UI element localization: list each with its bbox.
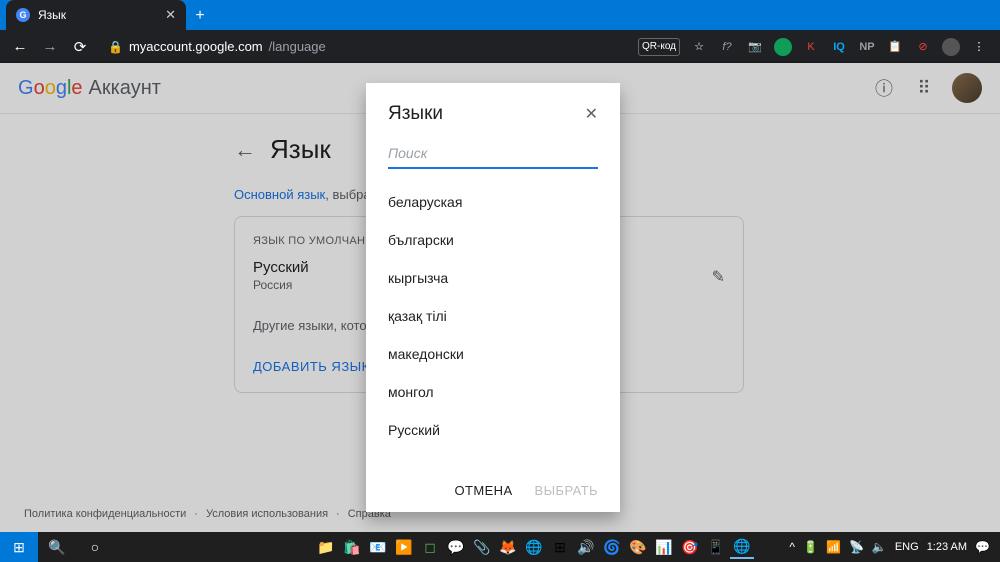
extension-icons: QR-код ☆ f? 📷 K IQ NP 📋 ⊘ ⋮: [638, 38, 992, 56]
browser-tab[interactable]: G Язык ✕: [6, 0, 186, 30]
start-button[interactable]: ⊞: [0, 532, 38, 562]
tray-chevron-icon[interactable]: ^: [789, 540, 795, 554]
taskbar-app-icon[interactable]: ⊞: [548, 535, 572, 559]
extension-icon[interactable]: f?: [718, 38, 736, 56]
taskbar-search-button[interactable]: 🔍: [38, 532, 76, 562]
taskbar-app-icon[interactable]: 📱: [704, 535, 728, 559]
lock-icon: 🔒: [108, 40, 123, 54]
tab-close-button[interactable]: ✕: [165, 7, 176, 23]
browser-menu-button[interactable]: ⋮: [970, 38, 988, 56]
modal-cancel-button[interactable]: ОТМЕНА: [455, 483, 513, 498]
taskbar-app-icon[interactable]: 🌀: [600, 535, 624, 559]
language-option[interactable]: български: [366, 221, 620, 259]
new-tab-button[interactable]: +: [186, 2, 214, 30]
taskbar-chrome-active[interactable]: 🌐: [730, 535, 754, 559]
tab-title: Язык: [38, 8, 66, 22]
system-tray: ^ 🔋 📶 📡 🔈 ENG 1:23 AM 💬: [789, 540, 1000, 554]
extension-icon[interactable]: [774, 38, 792, 56]
nav-back-button[interactable]: ←: [8, 35, 32, 59]
tray-wifi-icon[interactable]: 📡: [849, 540, 864, 554]
browser-profile-avatar[interactable]: [942, 38, 960, 56]
extension-icon[interactable]: K: [802, 38, 820, 56]
taskbar-cortana-button[interactable]: ○: [76, 532, 114, 562]
tray-notifications-icon[interactable]: 💬: [975, 540, 990, 554]
modal-close-button[interactable]: ✕: [585, 104, 598, 124]
taskbar-app-icon[interactable]: 🎨: [626, 535, 650, 559]
browser-address-bar: ← → ⟳ 🔒 myaccount.google.com/language QR…: [0, 30, 1000, 63]
modal-search-field[interactable]: [388, 139, 598, 169]
modal-language-list[interactable]: беларускаябългарскикыргызчақазақ тілімак…: [366, 169, 620, 469]
tray-network-icon[interactable]: 📶: [826, 540, 841, 554]
nav-reload-button[interactable]: ⟳: [68, 35, 92, 59]
tray-clock[interactable]: 1:23 AM: [927, 541, 967, 553]
language-option[interactable]: Русский: [366, 411, 620, 449]
taskbar-app-icon[interactable]: 🌐: [522, 535, 546, 559]
extension-icon[interactable]: IQ: [830, 38, 848, 56]
extension-icon[interactable]: NP: [858, 38, 876, 56]
taskbar-app-icon[interactable]: ◻: [418, 535, 442, 559]
extension-icon[interactable]: 📷: [746, 38, 764, 56]
taskbar-app-icon[interactable]: 🛍️: [340, 535, 364, 559]
extension-icon[interactable]: ⊘: [914, 38, 932, 56]
taskbar-app-icon[interactable]: 📧: [366, 535, 390, 559]
language-option[interactable]: беларуская: [366, 183, 620, 221]
browser-tab-bar: G Язык ✕ +: [0, 0, 1000, 30]
windows-taskbar: ⊞ 🔍 ○ 📁 🛍️ 📧 ▶️ ◻ 💬 📎 🦊 🌐 ⊞ 🔊 🌀 🎨 📊 🎯 📱 …: [0, 532, 1000, 562]
tab-favicon: G: [16, 8, 30, 22]
modal-title: Языки: [388, 103, 443, 125]
modal-search-input[interactable]: [388, 139, 598, 167]
taskbar-app-icon[interactable]: 📊: [652, 535, 676, 559]
taskbar-app-icon[interactable]: 🎯: [678, 535, 702, 559]
tray-volume-icon[interactable]: 🔈: [872, 540, 887, 554]
taskbar-apps: 📁 🛍️ 📧 ▶️ ◻ 💬 📎 🦊 🌐 ⊞ 🔊 🌀 🎨 📊 🎯 📱 🌐: [314, 535, 754, 559]
tray-language-indicator[interactable]: ENG: [895, 541, 919, 553]
url-host: myaccount.google.com: [129, 39, 263, 54]
language-option[interactable]: монгол: [366, 373, 620, 411]
tray-battery-icon[interactable]: 🔋: [803, 540, 818, 554]
url-field[interactable]: 🔒 myaccount.google.com/language: [98, 39, 632, 54]
nav-forward-button[interactable]: →: [38, 35, 62, 59]
taskbar-app-icon[interactable]: 📁: [314, 535, 338, 559]
taskbar-app-icon[interactable]: 💬: [444, 535, 468, 559]
language-option[interactable]: македонски: [366, 335, 620, 373]
taskbar-app-icon[interactable]: 🔊: [574, 535, 598, 559]
url-path: /language: [269, 39, 326, 54]
modal-select-button[interactable]: ВЫБРАТЬ: [535, 483, 598, 498]
taskbar-app-icon[interactable]: 🦊: [496, 535, 520, 559]
language-picker-modal: Языки ✕ беларускаябългарскикыргызчақазақ…: [366, 83, 620, 512]
language-option[interactable]: кыргызча: [366, 259, 620, 297]
taskbar-app-icon[interactable]: 📎: [470, 535, 494, 559]
language-option[interactable]: қазақ тілі: [366, 297, 620, 335]
extension-icon[interactable]: 📋: [886, 38, 904, 56]
bookmark-star-icon[interactable]: ☆: [690, 38, 708, 56]
taskbar-app-icon[interactable]: ▶️: [392, 535, 416, 559]
qr-extension[interactable]: QR-код: [638, 38, 680, 56]
